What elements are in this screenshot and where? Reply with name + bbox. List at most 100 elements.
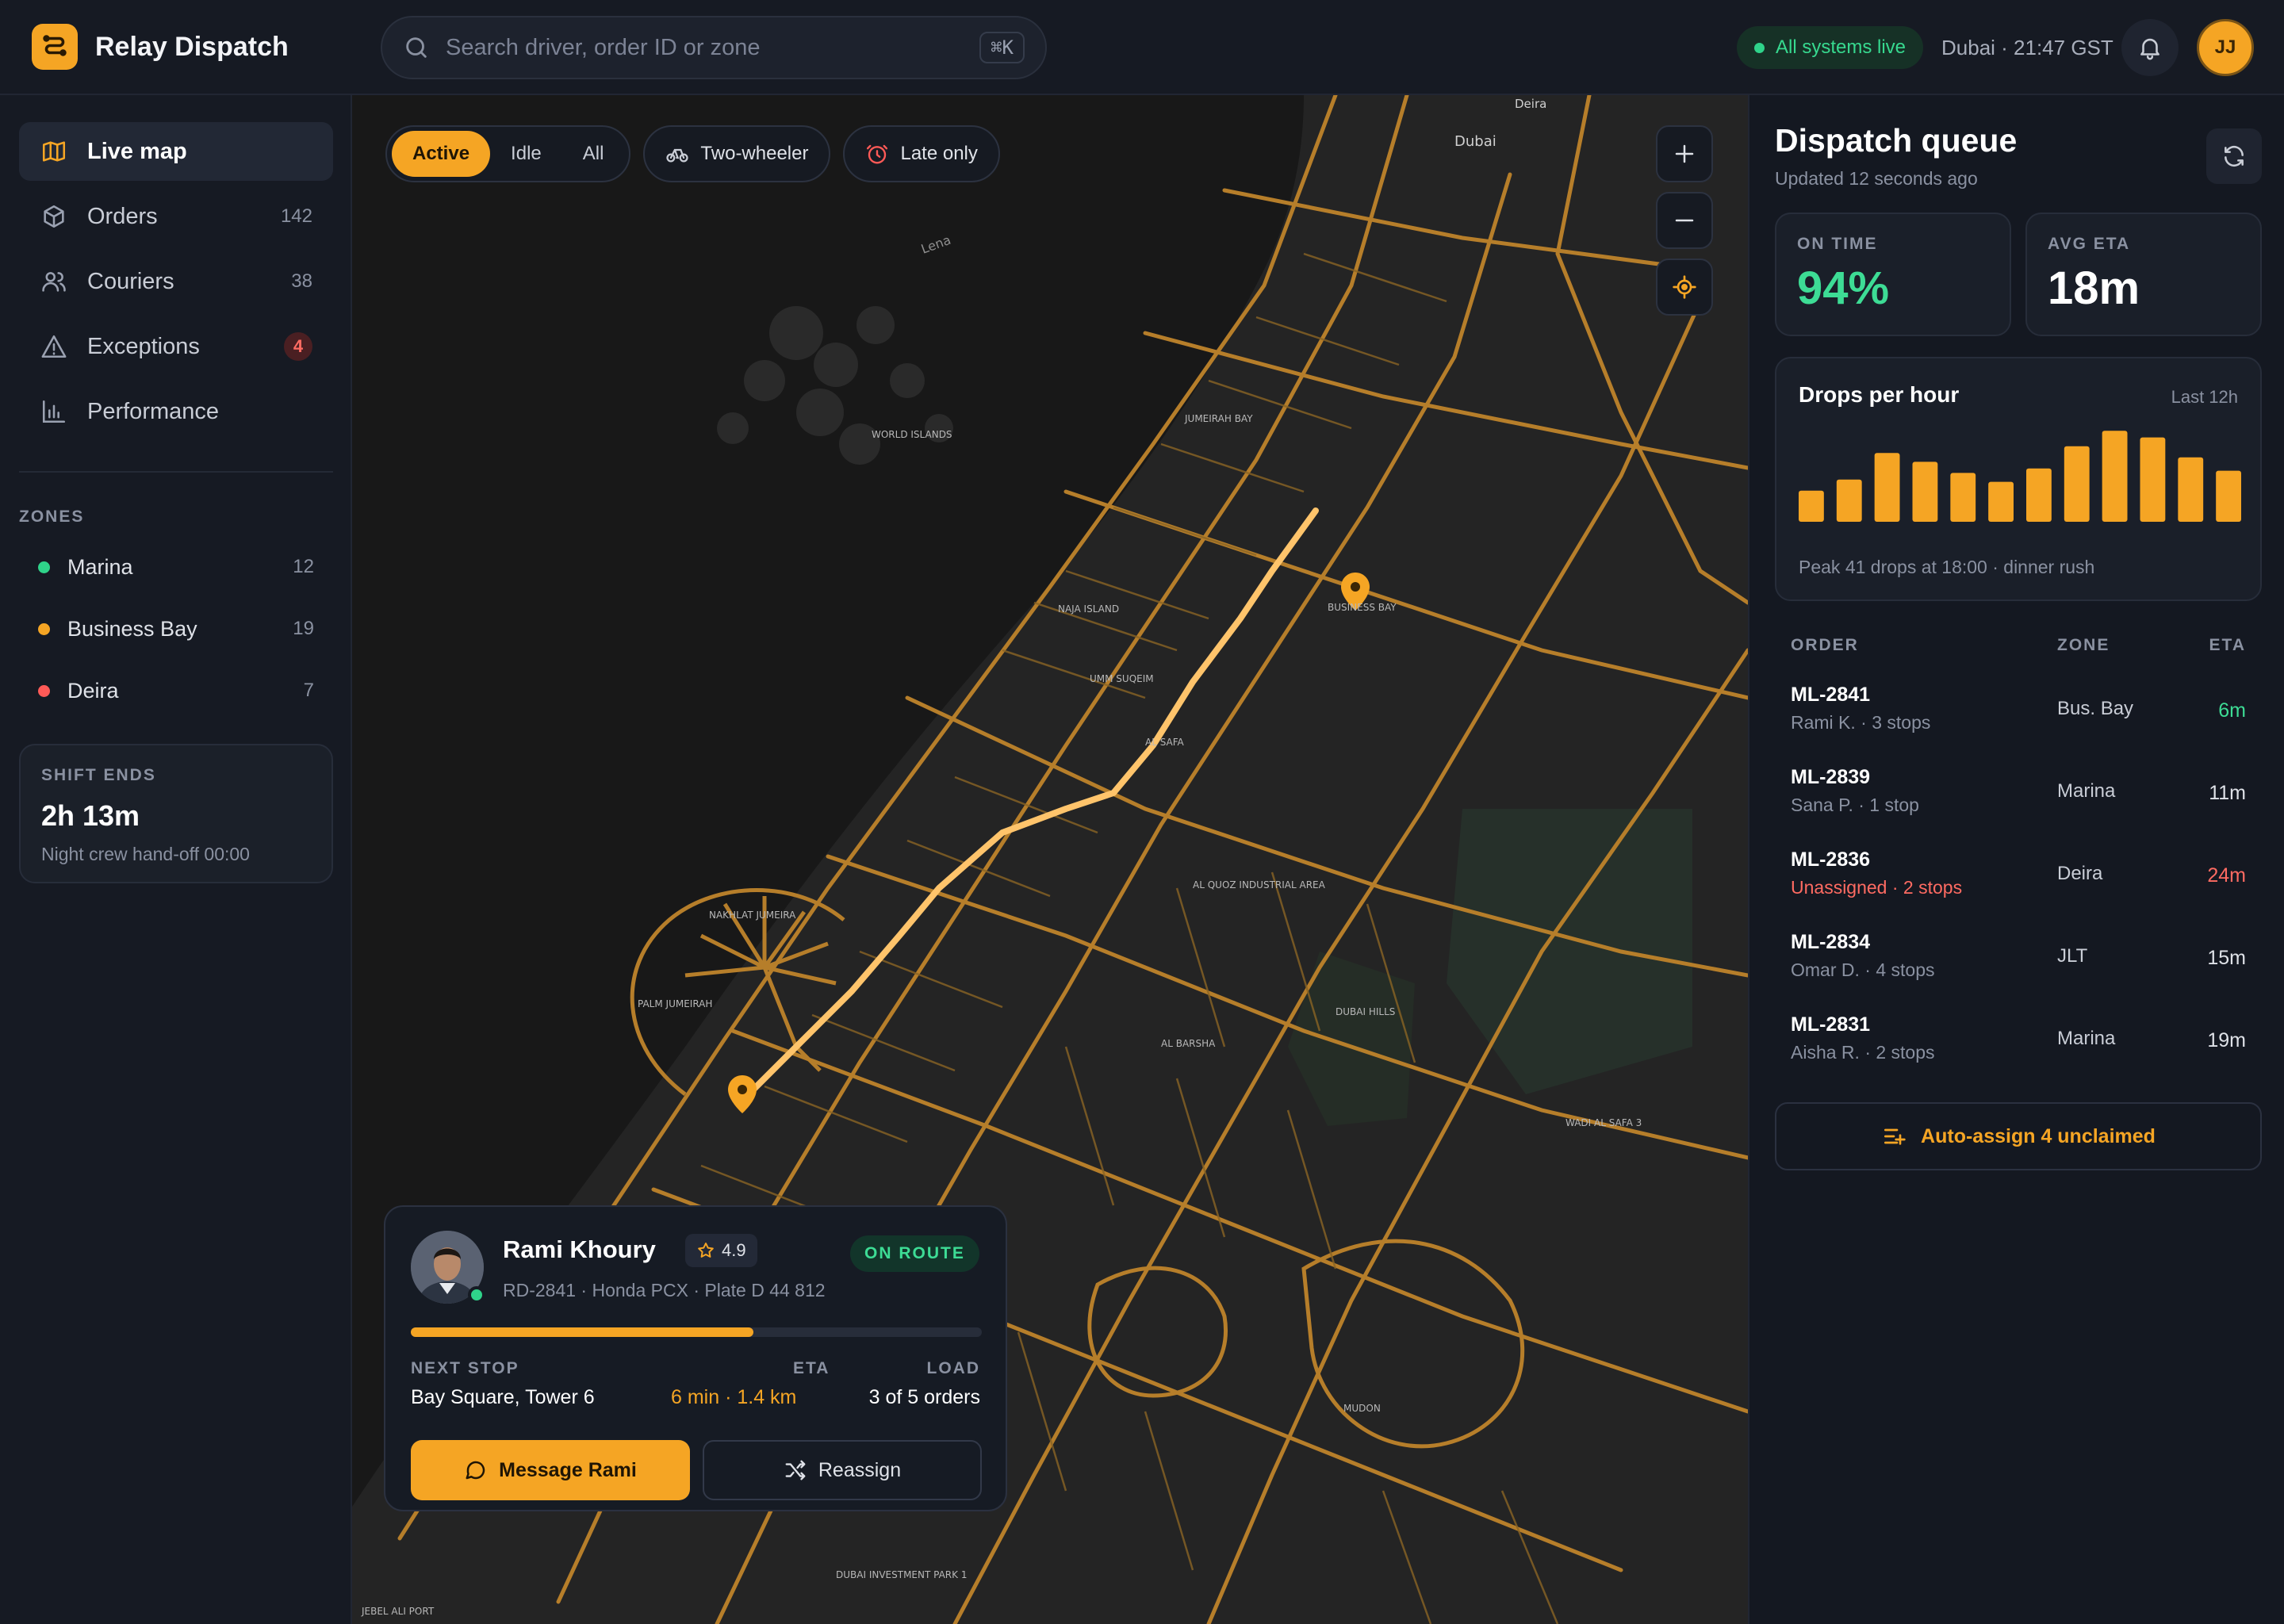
shuffle-icon: [785, 1460, 806, 1480]
next-stop-value: Bay Square, Tower 6: [411, 1386, 595, 1408]
zoom-out-button[interactable]: [1656, 192, 1713, 249]
chart-note: Peak 41 drops at 18:00 · dinner rush: [1799, 557, 2095, 577]
two-wheeler-filter-chip[interactable]: Two-wheeler: [643, 125, 831, 182]
filter-idle-button[interactable]: Idle: [490, 131, 562, 177]
table-row[interactable]: ML-2831 Aisha R. · 2 stops Marina 19m: [1791, 1004, 2246, 1086]
kpi-avg-eta: AVG ETA 18m: [2025, 213, 2262, 336]
sidebar-item-label: Exceptions: [87, 333, 200, 359]
star-icon: [698, 1243, 714, 1258]
user-avatar[interactable]: JJ: [2197, 19, 2254, 76]
sidebar: Live map Orders 142 Couriers 38 Exceptio…: [0, 95, 352, 1624]
dispatch-queue-panel: Dispatch queue Updated 12 seconds ago ON…: [1748, 95, 2284, 1624]
next-stop-label: NEXT STOP: [411, 1359, 519, 1377]
auto-assign-button[interactable]: Auto-assign 4 unclaimed: [1775, 1102, 2262, 1170]
route-status-badge: ON ROUTE: [850, 1235, 979, 1272]
eta-label: ETA: [793, 1359, 830, 1377]
chart-bar: [2216, 470, 2241, 522]
order-zone: JLT: [2057, 945, 2088, 967]
chart-bar: [1874, 453, 1900, 522]
late-only-filter-chip[interactable]: Late only: [843, 125, 1000, 182]
order-id: ML-2831: [1791, 1013, 1871, 1036]
chart-bar: [1988, 481, 2014, 522]
queue-table-header: ORDER ZONE ETA: [1791, 636, 2246, 660]
load-label: LOAD: [926, 1359, 980, 1377]
filter-active-button[interactable]: Active: [392, 131, 491, 177]
driver-vehicle-meta: RD-2841 · Honda PCX · Plate D 44 812: [503, 1280, 826, 1300]
zone-name: Deira: [67, 678, 119, 703]
live-map[interactable]: Dubai Deira WORLD ISLANDS PALM JUMEIRAH …: [352, 95, 1748, 1624]
label-jumeirah-bay: JUMEIRAH BAY: [1184, 413, 1253, 424]
sidebar-item-couriers[interactable]: Couriers 38: [19, 252, 333, 311]
chart-bar: [2102, 431, 2128, 522]
search-input[interactable]: Search driver, order ID or zone ⌘K: [381, 16, 1047, 79]
chip-label: Late only: [900, 143, 978, 164]
chart-bar: [1912, 462, 1938, 522]
locate-button[interactable]: [1656, 259, 1713, 316]
bar-chart-icon: [40, 397, 68, 426]
app-name: Relay Dispatch: [95, 31, 289, 62]
label-dubai: Dubai: [1454, 133, 1496, 150]
brand[interactable]: Relay Dispatch: [32, 24, 289, 70]
zone-item-deira[interactable]: Deira 7: [19, 660, 333, 722]
table-row[interactable]: ML-2841 Rami K. · 3 stops Bus. Bay 6m: [1791, 674, 2246, 756]
sidebar-item-orders[interactable]: Orders 142: [19, 187, 333, 246]
order-courier: Omar D. · 4 stops: [1791, 959, 1935, 980]
sidebar-item-label: Performance: [87, 398, 220, 424]
list-plus-icon: [1884, 1128, 1906, 1145]
zones-heading: ZONES: [19, 508, 85, 526]
label-al-barsha: AL BARSHA: [1161, 1038, 1216, 1049]
order-courier: Sana P. · 1 stop: [1791, 795, 1919, 815]
table-row[interactable]: ML-2834 Omar D. · 4 stops JLT 15m: [1791, 921, 2246, 1004]
refresh-icon: [2225, 145, 2244, 167]
reassign-button[interactable]: Reassign: [703, 1440, 982, 1500]
drops-bar-chart: [1799, 431, 2241, 522]
system-status-badge: All systems live: [1737, 26, 1924, 69]
zone-name: Business Bay: [67, 616, 197, 641]
zoom-in-button[interactable]: [1656, 125, 1713, 182]
sidebar-item-performance[interactable]: Performance: [19, 382, 333, 441]
reassign-button-label: Reassign: [818, 1458, 902, 1481]
order-eta: 11m: [2209, 782, 2246, 804]
kpi-value: 18m: [2048, 262, 2140, 314]
map-icon: [40, 137, 68, 166]
shift-card: SHIFT ENDS 2h 13m Night crew hand-off 00…: [19, 744, 333, 883]
message-driver-button[interactable]: Message Rami: [411, 1440, 690, 1500]
sidebar-item-exceptions[interactable]: Exceptions 4: [19, 317, 333, 376]
zone-status-dot: [38, 684, 50, 697]
order-eta: 15m: [2207, 947, 2246, 969]
kpi-label: AVG ETA: [2048, 235, 2131, 253]
label-umm-suqeim: UMM SUQEIM: [1090, 673, 1154, 684]
zone-item-business-bay[interactable]: Business Bay 19: [19, 598, 333, 660]
order-eta: 6m: [2218, 699, 2246, 722]
label-dip: DUBAI INVESTMENT PARK 1: [836, 1569, 967, 1580]
table-row[interactable]: ML-2839 Sana P. · 1 stop Marina 11m: [1791, 756, 2246, 839]
zone-name: Marina: [67, 554, 133, 579]
order-zone: Marina: [2057, 1028, 2116, 1049]
label-dubai-hills: DUBAI HILLS: [1336, 1006, 1395, 1017]
zone-count: 19: [293, 618, 314, 639]
sidebar-item-live-map[interactable]: Live map: [19, 122, 333, 181]
sidebar-item-label: Couriers: [87, 268, 174, 294]
order-id: ML-2834: [1791, 931, 1871, 953]
search-icon: [406, 37, 427, 58]
top-bar: Relay Dispatch Search driver, order ID o…: [0, 0, 2284, 95]
refresh-button[interactable]: [2206, 128, 2262, 184]
queue-table: ML-2841 Rami K. · 3 stops Bus. Bay 6m ML-283…: [1791, 674, 2246, 1086]
label-business-bay: BUSINESS BAY: [1328, 602, 1397, 613]
status-dot: [1754, 42, 1765, 53]
label-al-quoz: AL QUOZ INDUSTRIAL AREA: [1193, 879, 1326, 891]
zone-item-marina[interactable]: Marina 12: [19, 536, 333, 598]
order-id: ML-2841: [1791, 684, 1871, 706]
notifications-button[interactable]: [2121, 19, 2179, 76]
box-icon: [40, 202, 68, 231]
order-zone: Marina: [2057, 780, 2116, 802]
column-zone: ZONE: [2057, 636, 2110, 654]
orders-count: 142: [280, 205, 312, 227]
filter-all-button[interactable]: All: [562, 131, 625, 177]
table-row[interactable]: ML-2836 Unassigned · 2 stops Deira 24m: [1791, 839, 2246, 921]
sidebar-item-label: Orders: [87, 203, 158, 229]
chip-label: Two-wheeler: [700, 143, 809, 164]
kpi-value: 94%: [1797, 262, 1890, 314]
zone-status-dot: [38, 561, 50, 573]
drops-per-hour-card: Drops per hour Last 12h Peak 41 drops at…: [1775, 357, 2262, 601]
